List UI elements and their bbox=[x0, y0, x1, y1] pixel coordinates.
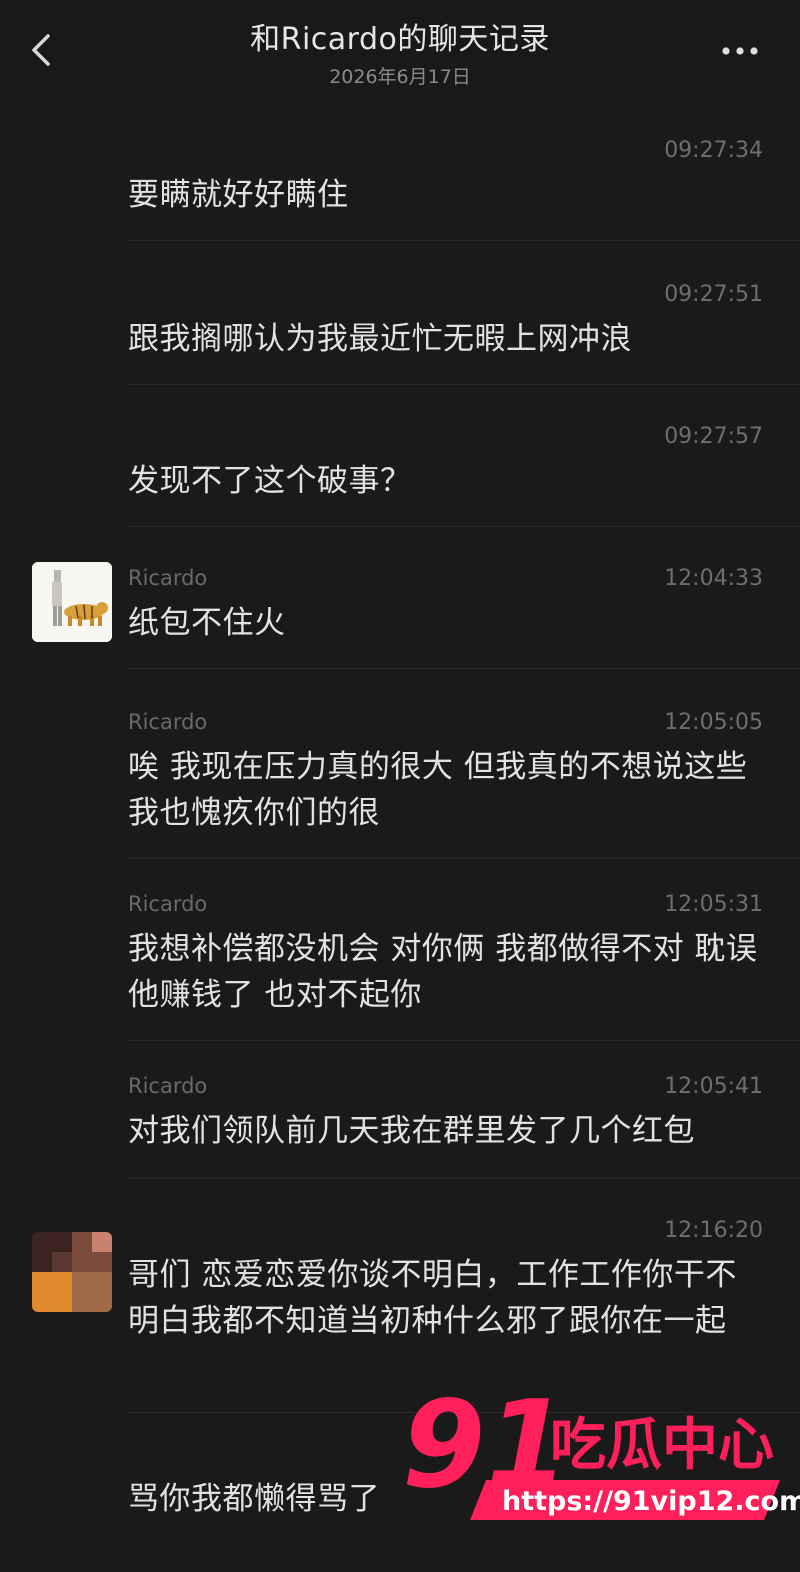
message-text: 跟我搁哪认为我最近忙无暇上网冲浪 bbox=[128, 321, 632, 357]
message-item[interactable]: 09:27:51 跟我搁哪认为我最近忙无暇上网冲浪 bbox=[0, 282, 800, 366]
watermark-logo: 91 吃瓜中心 https://91vip12.com bbox=[402, 1376, 800, 1520]
message-sender: Ricardo bbox=[128, 566, 208, 590]
message-item[interactable]: 09:27:57 发现不了这个破事？ bbox=[0, 424, 800, 508]
message-item[interactable]: Ricardo 12:05:41 对我们领队前几天我在群里发了几个红包 bbox=[0, 1074, 800, 1158]
message-time: 12:05:05 bbox=[664, 710, 763, 735]
more-dots-icon[interactable] bbox=[718, 40, 762, 62]
message-time: 09:27:51 bbox=[664, 282, 763, 307]
watermark-url: https://91vip12.com bbox=[502, 1486, 800, 1517]
divider bbox=[128, 240, 800, 241]
divider bbox=[128, 384, 800, 385]
message-time: 09:27:57 bbox=[664, 424, 763, 449]
message-text: 哥们 恋爱恋爱你谈不明白，工作工作你干不明白我都不知道当初种什么邪了跟你在一起 bbox=[128, 1257, 737, 1339]
chevron-left-icon[interactable] bbox=[22, 28, 62, 72]
message-text: 发现不了这个破事？ bbox=[128, 463, 412, 499]
message-text: 我想补偿都没机会 对你俩 我都做得不对 耽误他赚钱了 也对不起你 bbox=[128, 931, 758, 1013]
message-time: 09:27:34 bbox=[664, 138, 763, 163]
message-item[interactable]: Ricardo 12:05:05 唉 我现在压力真的很大 但我真的不想说这些 我… bbox=[0, 710, 800, 840]
message-time: 12:05:41 bbox=[664, 1074, 763, 1099]
message-item[interactable]: Ricardo 12:04:33 纸包不住火 bbox=[0, 566, 800, 650]
watermark-name: 吃瓜中心 bbox=[550, 1413, 774, 1478]
message-item[interactable]: Ricardo 12:05:31 我想补偿都没机会 对你俩 我都做得不对 耽误他… bbox=[0, 892, 800, 1022]
divider bbox=[128, 1040, 800, 1041]
message-text: 唉 我现在压力真的很大 但我真的不想说这些 我也愧疚你们的很 bbox=[128, 749, 748, 831]
divider bbox=[128, 668, 800, 669]
message-time: 12:16:20 bbox=[664, 1218, 763, 1243]
chat-title: 和Ricardo的聊天记录 bbox=[250, 22, 550, 57]
message-item[interactable]: 09:27:34 要瞒就好好瞒住 bbox=[0, 138, 800, 222]
chat-date: 2026年6月17日 bbox=[329, 66, 471, 88]
message-text: 对我们领队前几天我在群里发了几个红包 bbox=[128, 1113, 695, 1149]
divider bbox=[128, 526, 800, 527]
chat-header: 和Ricardo的聊天记录 2026年6月17日 bbox=[0, 0, 800, 110]
message-time: 12:04:33 bbox=[664, 566, 763, 591]
divider bbox=[128, 1178, 800, 1179]
divider bbox=[128, 858, 800, 859]
message-text: 要瞒就好好瞒住 bbox=[128, 177, 349, 213]
message-sender: Ricardo bbox=[128, 1074, 208, 1098]
message-text: 纸包不住火 bbox=[128, 605, 286, 641]
message-sender: Ricardo bbox=[128, 892, 208, 916]
message-time: 12:05:31 bbox=[664, 892, 763, 917]
message-sender: Ricardo bbox=[128, 710, 208, 734]
